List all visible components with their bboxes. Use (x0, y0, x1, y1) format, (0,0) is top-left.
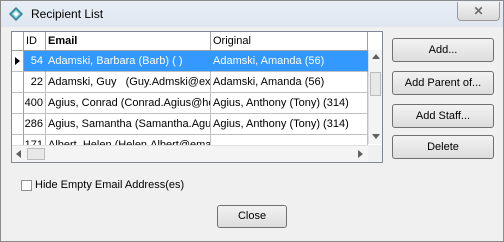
scroll-up-icon[interactable] (372, 54, 380, 59)
column-header-original[interactable]: Original (211, 32, 368, 50)
header-indicator-cell (12, 32, 24, 50)
cell-email[interactable]: Adamski, Barbara (Barb) ( ) (46, 51, 211, 72)
window-title: Recipient List (31, 7, 104, 21)
cell-original[interactable]: Agius, Anthony (Tony) (314) (211, 114, 368, 135)
scroll-right-icon[interactable] (358, 150, 363, 158)
hide-empty-email-label[interactable]: Hide Empty Email Address(es) (35, 179, 184, 191)
table-row[interactable]: 400 Agius, Conrad (Conrad.Agius@ho Agius… (12, 93, 368, 114)
table-row[interactable]: 171 Albert, Helen (Helen.Albert@email (12, 135, 368, 156)
title-bar: Recipient List ✕ (1, 1, 503, 27)
add-parent-button[interactable]: Add Parent of... (392, 71, 494, 95)
table-row[interactable]: 286 Agius, Samantha (Samantha.Agui Agius… (12, 114, 368, 135)
row-indicator (12, 72, 24, 93)
close-button[interactable]: Close (217, 205, 287, 228)
table-row[interactable]: 22 Adamski, Guy (Guy.Admski@exa Adamski,… (12, 72, 368, 93)
horizontal-scrollbar[interactable] (12, 145, 368, 162)
cell-id[interactable]: 400 (24, 93, 46, 114)
cell-email[interactable]: Adamski, Guy (Guy.Admski@exa (46, 72, 211, 93)
table-row[interactable]: 54 Adamski, Barbara (Barb) ( ) Adamski, … (12, 51, 368, 72)
cell-id[interactable]: 286 (24, 114, 46, 135)
vertical-scrollbar[interactable] (368, 50, 382, 144)
cell-email[interactable]: Agius, Samantha (Samantha.Agui (46, 114, 211, 135)
hide-empty-email-checkbox[interactable] (21, 180, 32, 191)
delete-button[interactable]: Delete (392, 135, 494, 159)
add-staff-button[interactable]: Add Staff... (392, 104, 494, 128)
row-indicator (12, 114, 24, 135)
close-icon: ✕ (473, 4, 484, 18)
cell-id[interactable]: 54 (24, 51, 46, 72)
vertical-scroll-thumb[interactable] (370, 72, 381, 96)
scroll-left-icon[interactable] (16, 150, 21, 158)
row-indicator (12, 51, 24, 72)
column-header-email[interactable]: Email (46, 32, 211, 50)
add-button[interactable]: Add... (392, 38, 494, 62)
window-close-button[interactable]: ✕ (457, 2, 500, 21)
recipient-list-dialog: Recipient List ✕ ID Email Original 54 Ad… (0, 0, 504, 242)
row-indicator (12, 93, 24, 114)
cell-original[interactable]: Agius, Anthony (Tony) (314) (211, 93, 368, 114)
column-header-id[interactable]: ID (24, 32, 46, 50)
grid-header: ID Email Original (12, 32, 382, 51)
recipient-grid[interactable]: ID Email Original 54 Adamski, Barbara (B… (11, 31, 383, 163)
current-row-arrow-icon (15, 57, 20, 65)
cell-id[interactable]: 22 (24, 72, 46, 93)
scroll-down-icon[interactable] (372, 134, 380, 139)
cell-email[interactable]: Agius, Conrad (Conrad.Agius@ho (46, 93, 211, 114)
cell-original[interactable]: Adamski, Amanda (56) (211, 51, 368, 72)
cell-original[interactable]: Adamski, Amanda (56) (211, 72, 368, 93)
horizontal-scroll-thumb[interactable] (27, 148, 45, 160)
diamond-app-icon (9, 7, 23, 21)
scrollbar-corner (368, 145, 382, 162)
